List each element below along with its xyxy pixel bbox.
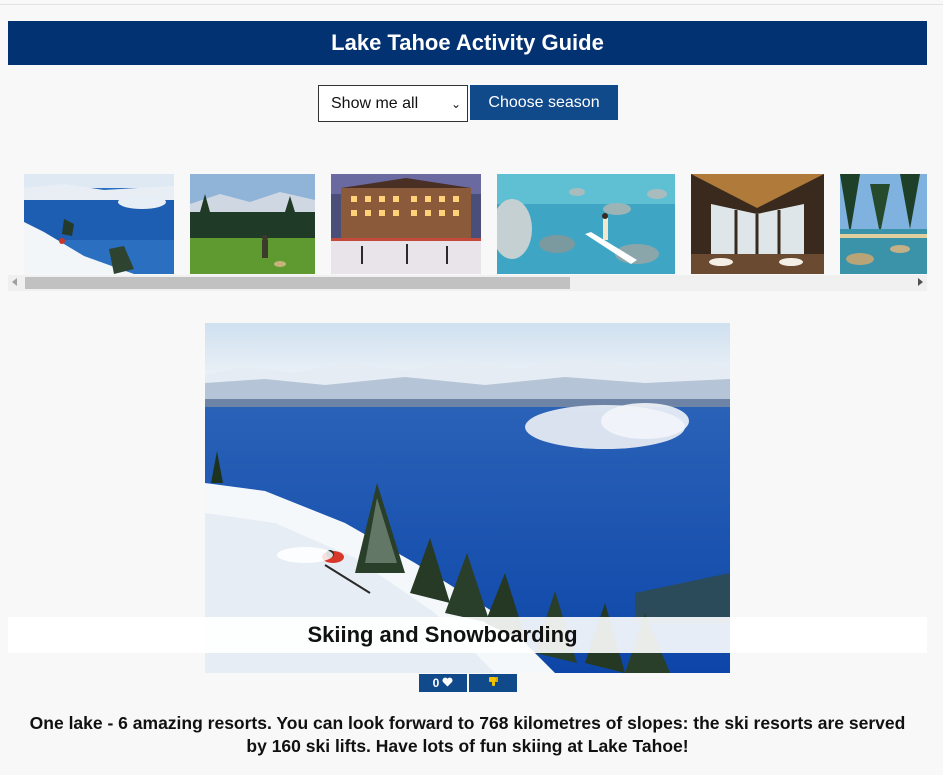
activity-title: Skiing and Snowboarding (307, 622, 578, 647)
like-count: 0 (432, 676, 440, 690)
season-select[interactable]: Show me all ⌄ (318, 85, 468, 122)
horizontal-scrollbar[interactable] (8, 275, 927, 291)
page-title: Lake Tahoe Activity Guide (331, 30, 604, 55)
thumbnail-paddleboarding[interactable] (497, 174, 675, 274)
choose-season-label: Choose season (488, 93, 600, 111)
season-controls: Show me all ⌄ Choose season (318, 85, 618, 122)
thumbnail-strip (8, 174, 927, 274)
like-button[interactable]: 0 (419, 674, 467, 692)
top-divider (0, 4, 943, 5)
thumbnail-skiing[interactable] (24, 174, 174, 274)
thumbnail-lodge-dining[interactable] (691, 174, 824, 274)
activity-description: One lake - 6 amazing resorts. You can lo… (29, 713, 906, 756)
choose-season-button[interactable]: Choose season (470, 85, 618, 120)
scroll-left-icon[interactable] (12, 278, 17, 286)
thumbs-down-icon (488, 676, 499, 690)
heart-icon (442, 676, 453, 690)
scrollbar-thumb[interactable] (25, 277, 570, 289)
page-header: Lake Tahoe Activity Guide (8, 21, 927, 65)
thumbnail-lake-shore[interactable] (840, 174, 927, 274)
season-select-value: Show me all (331, 94, 419, 112)
scroll-right-icon[interactable] (918, 278, 923, 286)
thumbnail-meadow[interactable] (190, 174, 315, 274)
activity-caption: Skiing and Snowboarding (8, 617, 927, 653)
thumbnail-resort[interactable] (331, 174, 481, 274)
chevron-down-icon: ⌄ (450, 96, 461, 111)
vote-controls: 0 (419, 674, 517, 692)
dislike-button[interactable] (469, 674, 517, 692)
